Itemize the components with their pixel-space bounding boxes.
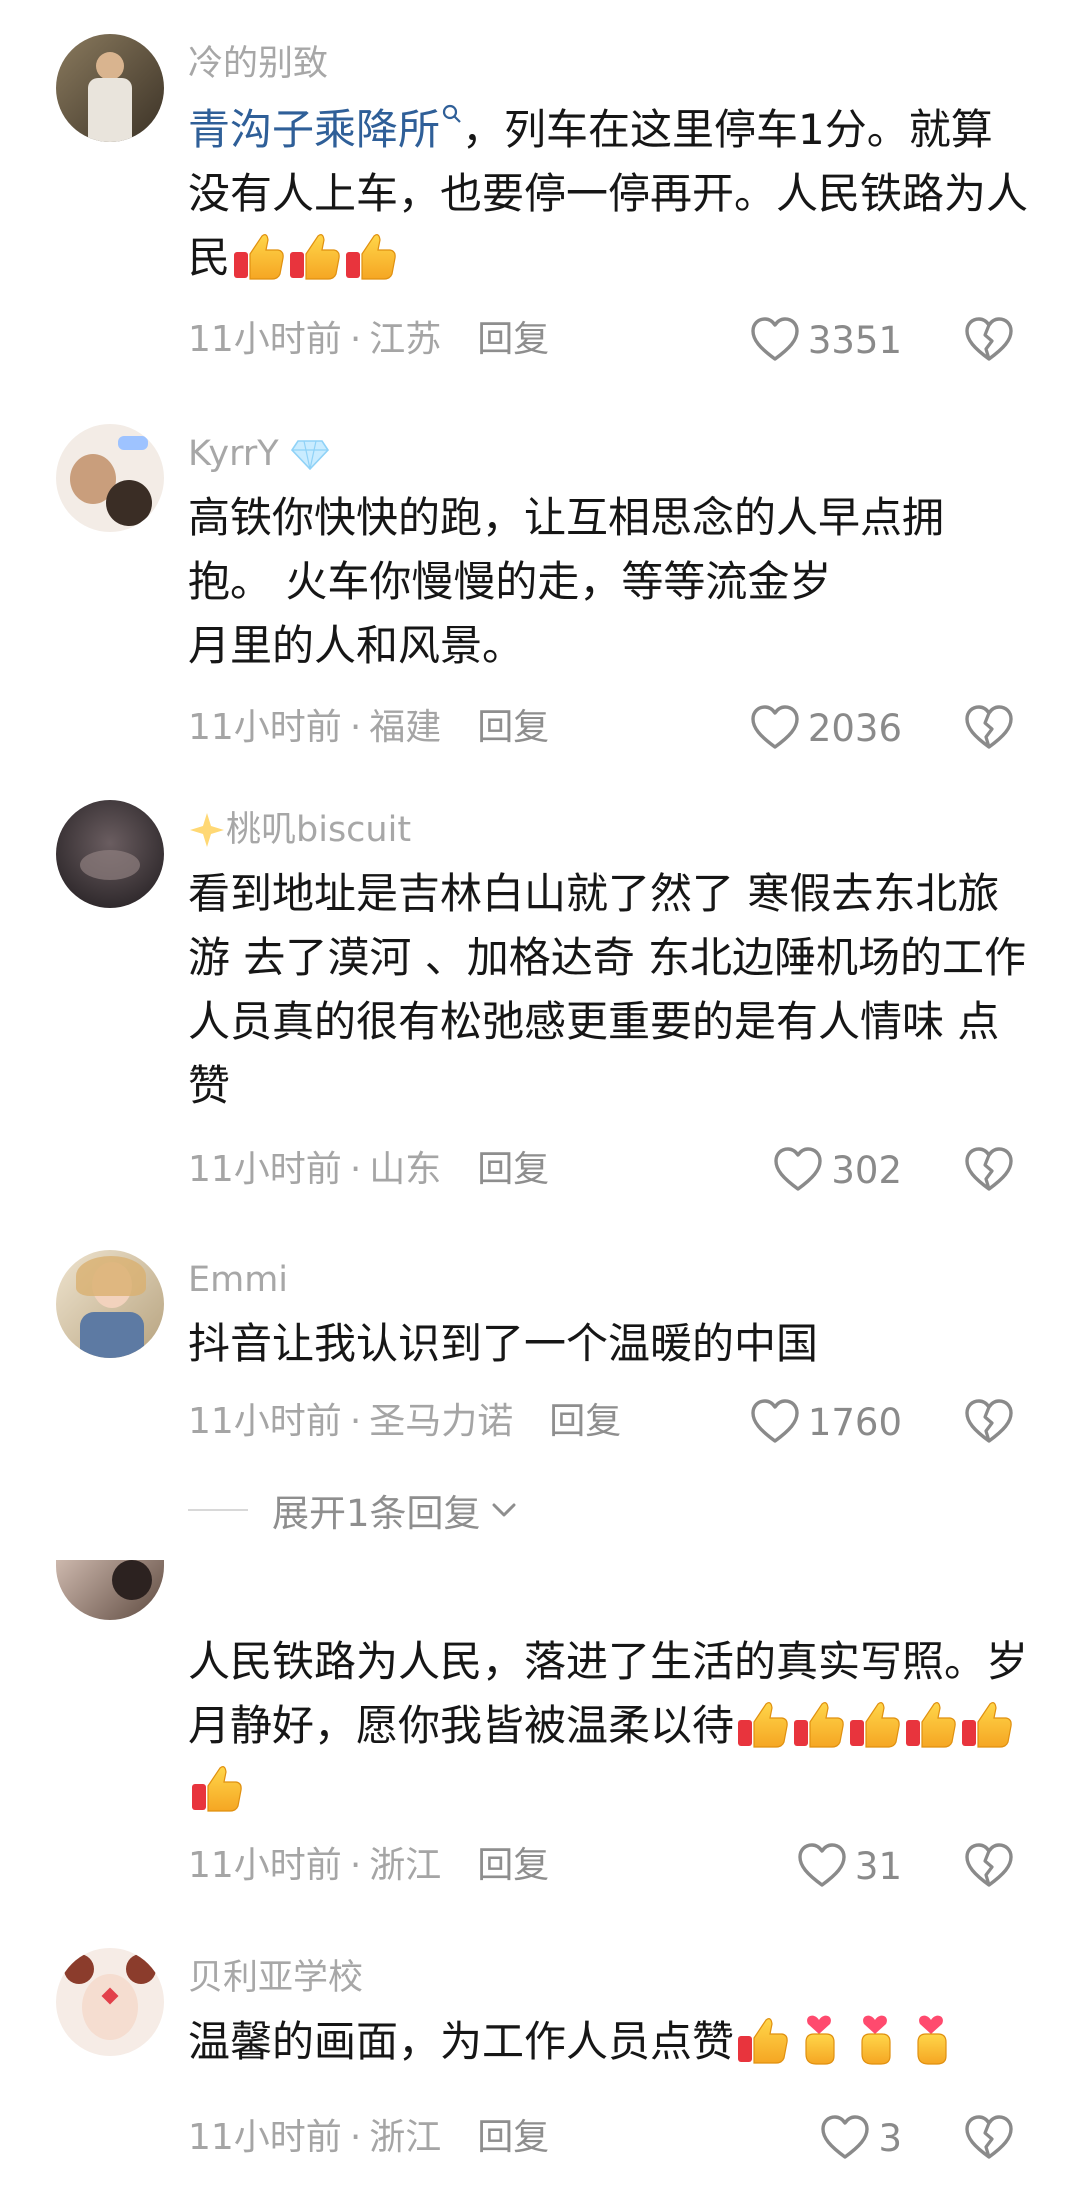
mention-link[interactable]: 青沟子乘降所 [188,105,440,154]
comment-meta: 11小时前 · 福建 回复 [188,708,549,748]
reply-button[interactable]: 回复 [549,1401,621,1442]
timestamp: 11小时前 [188,1401,342,1442]
avatar[interactable] [56,34,164,142]
like-count: 1760 [807,1400,902,1444]
avatar[interactable] [56,1250,164,1358]
reply-button[interactable]: 回复 [477,1149,549,1190]
like-button[interactable]: 3 [820,2113,902,2163]
heart-icon [773,1145,823,1195]
separator: · [349,1845,362,1886]
username[interactable]: 贝利亚学校 [188,1958,363,1998]
location: 浙江 [369,1845,442,1886]
comment-line: 抱。 火车你慢慢的走，等等流金岁 [188,557,832,606]
dislike-icon[interactable] [964,2113,1014,2163]
expand-replies-label: 展开1条回复 [272,1492,481,1535]
heart-icon [797,1841,847,1891]
heart-icon [750,1397,800,1447]
thumbs-up-emoji [960,1696,1014,1750]
avatar[interactable] [56,1560,164,1620]
comment-body: 温馨的画面，为工作人员点赞 [188,2017,735,2066]
separator: · [349,1401,362,1442]
diamond-icon [290,440,329,471]
thumbs-up-emoji [190,1760,244,1814]
like-button[interactable]: 302 [773,1145,902,1195]
comment-text: 人民铁路为人民，落进了生活的真实写照。岁月静好，愿你我皆被温柔以待 [188,1630,1028,1822]
expand-replies-button[interactable]: 展开1条回复 [188,1490,519,1535]
comment-meta: 11小时前 · 浙江 回复 [188,2118,549,2158]
comment-meta: 11小时前 · 山东 回复 [188,1150,549,1190]
finger-heart-emoji [904,2012,958,2066]
like-button[interactable]: 31 [797,1841,902,1891]
thumbs-up-emoji [736,1696,790,1750]
avatar[interactable] [56,424,164,532]
sparkle-icon [190,813,224,847]
comment-text: 温馨的画面，为工作人员点赞 [188,2010,1028,2074]
comment-line: 高铁你快快的跑，让互相思念的人早点拥 [188,493,945,542]
thumbs-up-emoji [232,228,286,282]
divider [188,1509,248,1511]
username[interactable]: 冷的别致 [188,44,328,84]
username[interactable]: Emmi [188,1260,288,1300]
like-count: 2036 [807,706,902,750]
thumbs-up-emoji [848,1696,902,1750]
separator: · [349,1149,362,1190]
timestamp: 11小时前 [188,1149,342,1190]
like-button[interactable]: 2036 [750,703,902,753]
comment-text: 看到地址是吉林白山就了然了 寒假去东北旅游 去了漠河 、加格达奇 东北边陲机场的… [188,869,1027,1110]
comment-meta: 11小时前 · 江苏 回复 [188,320,549,360]
heart-icon [750,703,800,753]
comment-meta: 11小时前 · 圣马力诺 回复 [188,1402,621,1442]
search-icon [442,104,461,123]
like-button[interactable]: 3351 [750,315,902,365]
location: 浙江 [369,2117,442,2158]
timestamp: 11小时前 [188,707,342,748]
like-button[interactable]: 1760 [750,1397,902,1447]
chevron-down-icon [492,1503,516,1517]
comment-text: 青沟子乘降所 ，列车在这里停车1分。就算没有人上车，也要停一停再开。人民铁路为人民 [188,98,1028,290]
username[interactable]: 桃叽biscuit [188,810,411,850]
dislike-icon[interactable] [964,1145,1014,1195]
thumbs-up-emoji [344,228,398,282]
separator: · [349,319,362,360]
avatar[interactable] [56,1948,164,2056]
dislike-icon[interactable] [964,1841,1014,1891]
thumbs-up-emoji [792,1696,846,1750]
dislike-icon[interactable] [964,1397,1014,1447]
like-count: 3351 [807,318,902,362]
comment-text: 抖音让我认识到了一个温暖的中国 [188,1319,819,1368]
location: 福建 [369,707,442,748]
timestamp: 11小时前 [188,319,342,360]
location: 圣马力诺 [369,1401,514,1442]
comment-text: 高铁你快快的跑，让互相思念的人早点拥 抱。 火车你慢慢的走，等等流金岁 月里的人… [188,486,1028,678]
comment-meta: 11小时前 · 浙江 回复 [188,1846,549,1886]
thumbs-up-emoji [904,1696,958,1750]
reply-button[interactable]: 回复 [477,2117,549,2158]
avatar[interactable] [56,800,164,908]
dislike-icon[interactable] [964,703,1014,753]
location: 山东 [369,1149,442,1190]
username[interactable]: KyrrY [188,434,330,474]
dislike-icon[interactable] [964,315,1014,365]
reply-button[interactable]: 回复 [477,707,549,748]
reply-button[interactable]: 回复 [477,319,549,360]
location: 江苏 [369,319,442,360]
thumbs-up-emoji [288,228,342,282]
like-count: 302 [831,1148,902,1192]
separator: · [349,2117,362,2158]
reply-button[interactable]: 回复 [477,1845,549,1886]
timestamp: 11小时前 [188,2117,342,2158]
finger-heart-emoji [792,2012,846,2066]
thumbs-up-emoji [736,2012,790,2066]
like-count: 3 [878,2116,902,2160]
heart-icon [820,2113,870,2163]
finger-heart-emoji [848,2012,902,2066]
like-count: 31 [854,1844,902,1888]
heart-icon [750,315,800,365]
separator: · [349,707,362,748]
comment-line: 月里的人和风景。 [188,621,525,670]
timestamp: 11小时前 [188,1845,342,1886]
